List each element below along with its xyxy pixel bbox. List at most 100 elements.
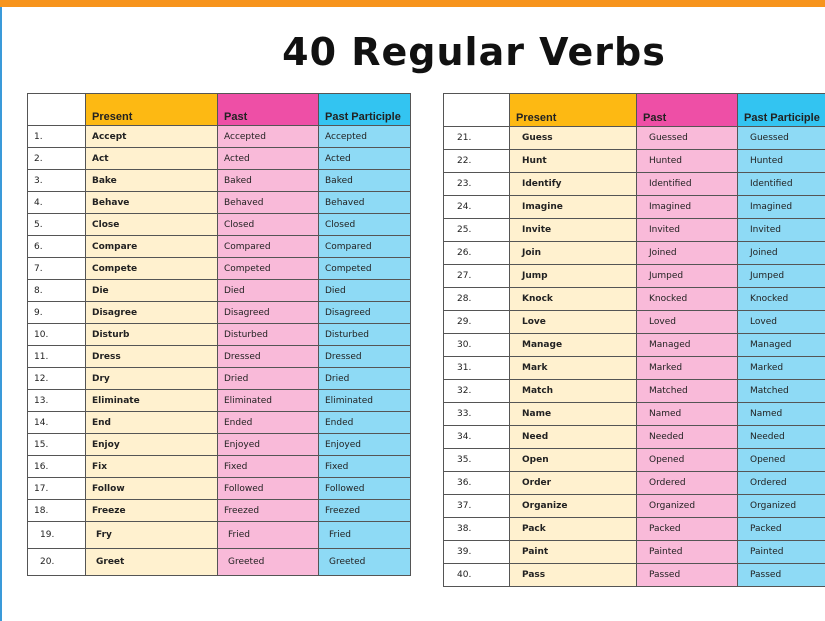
row-number: 15.	[27, 433, 86, 456]
past-participle-form: Guessed	[737, 126, 825, 150]
row-number: 30.	[443, 333, 510, 357]
present-form: Love	[509, 310, 637, 334]
page-title: 40 Regular Verbs	[282, 30, 666, 74]
row-number: 34.	[443, 425, 510, 449]
present-form: Knock	[509, 287, 637, 311]
table-row: 7. Compete Competed Competed	[27, 257, 411, 280]
past-form: Competed	[217, 257, 319, 280]
table-row: 13. Eliminate Eliminated Eliminated	[27, 389, 411, 412]
table-row: 4. Behave Behaved Behaved	[27, 191, 411, 214]
present-form: Behave	[85, 191, 218, 214]
past-participle-form: Joined	[737, 241, 825, 265]
number-column-header	[27, 93, 86, 126]
present-form: Act	[85, 147, 218, 170]
past-form: Fried	[217, 521, 319, 549]
present-form: Fry	[85, 521, 218, 549]
table-row: 23. Identify Identified Identified	[443, 172, 825, 196]
table-row: 9. Disagree Disagreed Disagreed	[27, 301, 411, 324]
table-row: 3. Bake Baked Baked	[27, 169, 411, 192]
present-form: Invite	[509, 218, 637, 242]
header-row: Present Past Past Participle	[27, 93, 411, 126]
row-number: 2.	[27, 147, 86, 170]
past-form: Managed	[636, 333, 738, 357]
table-row: 18. Freeze Freezed Freezed	[27, 499, 411, 522]
table-row: 28. Knock Knocked Knocked	[443, 287, 825, 311]
past-form: Eliminated	[217, 389, 319, 412]
table-row: 26. Join Joined Joined	[443, 241, 825, 265]
past-participle-form: Fried	[318, 521, 411, 549]
row-number: 33.	[443, 402, 510, 426]
past-participle-form: Loved	[737, 310, 825, 334]
past-form: Followed	[217, 477, 319, 500]
table-row: 29. Love Loved Loved	[443, 310, 825, 334]
past-participle-form: Eliminated	[318, 389, 411, 412]
table-row: 21. Guess Guessed Guessed	[443, 126, 825, 150]
present-form: Pack	[509, 517, 637, 541]
row-number: 22.	[443, 149, 510, 173]
past-participle-form: Accepted	[318, 125, 411, 148]
past-form: Closed	[217, 213, 319, 236]
table-row: 2. Act Acted Acted	[27, 147, 411, 170]
past-participle-form: Ended	[318, 411, 411, 434]
past-participle-form: Marked	[737, 356, 825, 380]
row-number: 28.	[443, 287, 510, 311]
present-form: Paint	[509, 540, 637, 564]
row-number: 38.	[443, 517, 510, 541]
table-row: 38. Pack Packed Packed	[443, 517, 825, 541]
present-form: Manage	[509, 333, 637, 357]
past-participle-form: Imagined	[737, 195, 825, 219]
present-form: Follow	[85, 477, 218, 500]
table-row: 35. Open Opened Opened	[443, 448, 825, 472]
row-number: 27.	[443, 264, 510, 288]
row-number: 21.	[443, 126, 510, 150]
row-number: 18.	[27, 499, 86, 522]
present-form: Hunt	[509, 149, 637, 173]
past-participle-form: Dried	[318, 367, 411, 390]
past-form: Imagined	[636, 195, 738, 219]
table-row: 39. Paint Painted Painted	[443, 540, 825, 564]
present-form: Imagine	[509, 195, 637, 219]
row-number: 5.	[27, 213, 86, 236]
past-form: Needed	[636, 425, 738, 449]
present-form: Enjoy	[85, 433, 218, 456]
row-number: 40.	[443, 563, 510, 587]
present-form: Eliminate	[85, 389, 218, 412]
present-form: Identify	[509, 172, 637, 196]
row-number: 6.	[27, 235, 86, 258]
past-participle-form: Organized	[737, 494, 825, 518]
past-participle-form: Disturbed	[318, 323, 411, 346]
table-row: 10. Disturb Disturbed Disturbed	[27, 323, 411, 346]
row-number: 29.	[443, 310, 510, 334]
table-row: 33. Name Named Named	[443, 402, 825, 426]
past-form: Marked	[636, 356, 738, 380]
past-form: Acted	[217, 147, 319, 170]
past-participle-form: Invited	[737, 218, 825, 242]
present-form: Freeze	[85, 499, 218, 522]
past-participle-form: Matched	[737, 379, 825, 403]
present-form: Name	[509, 402, 637, 426]
past-column-header: Past	[636, 93, 738, 127]
past-form: Accepted	[217, 125, 319, 148]
present-form: Disagree	[85, 301, 218, 324]
row-number: 37.	[443, 494, 510, 518]
row-number: 32.	[443, 379, 510, 403]
header-row: Present Past Past Participle	[443, 93, 825, 127]
present-form: Fix	[85, 455, 218, 478]
table-row: 5. Close Closed Closed	[27, 213, 411, 236]
table-row: 24. Imagine Imagined Imagined	[443, 195, 825, 219]
table-row: 8. Die Died Died	[27, 279, 411, 302]
past-form: Ordered	[636, 471, 738, 495]
past-participle-form: Dressed	[318, 345, 411, 368]
past-participle-form: Passed	[737, 563, 825, 587]
number-column-header	[443, 93, 510, 127]
past-participle-form: Freezed	[318, 499, 411, 522]
present-form: Open	[509, 448, 637, 472]
row-number: 14.	[27, 411, 86, 434]
table-row: 37. Organize Organized Organized	[443, 494, 825, 518]
present-form: Order	[509, 471, 637, 495]
present-column-header: Present	[85, 93, 218, 126]
present-form: Disturb	[85, 323, 218, 346]
row-number: 13.	[27, 389, 86, 412]
present-form: Need	[509, 425, 637, 449]
past-form: Named	[636, 402, 738, 426]
